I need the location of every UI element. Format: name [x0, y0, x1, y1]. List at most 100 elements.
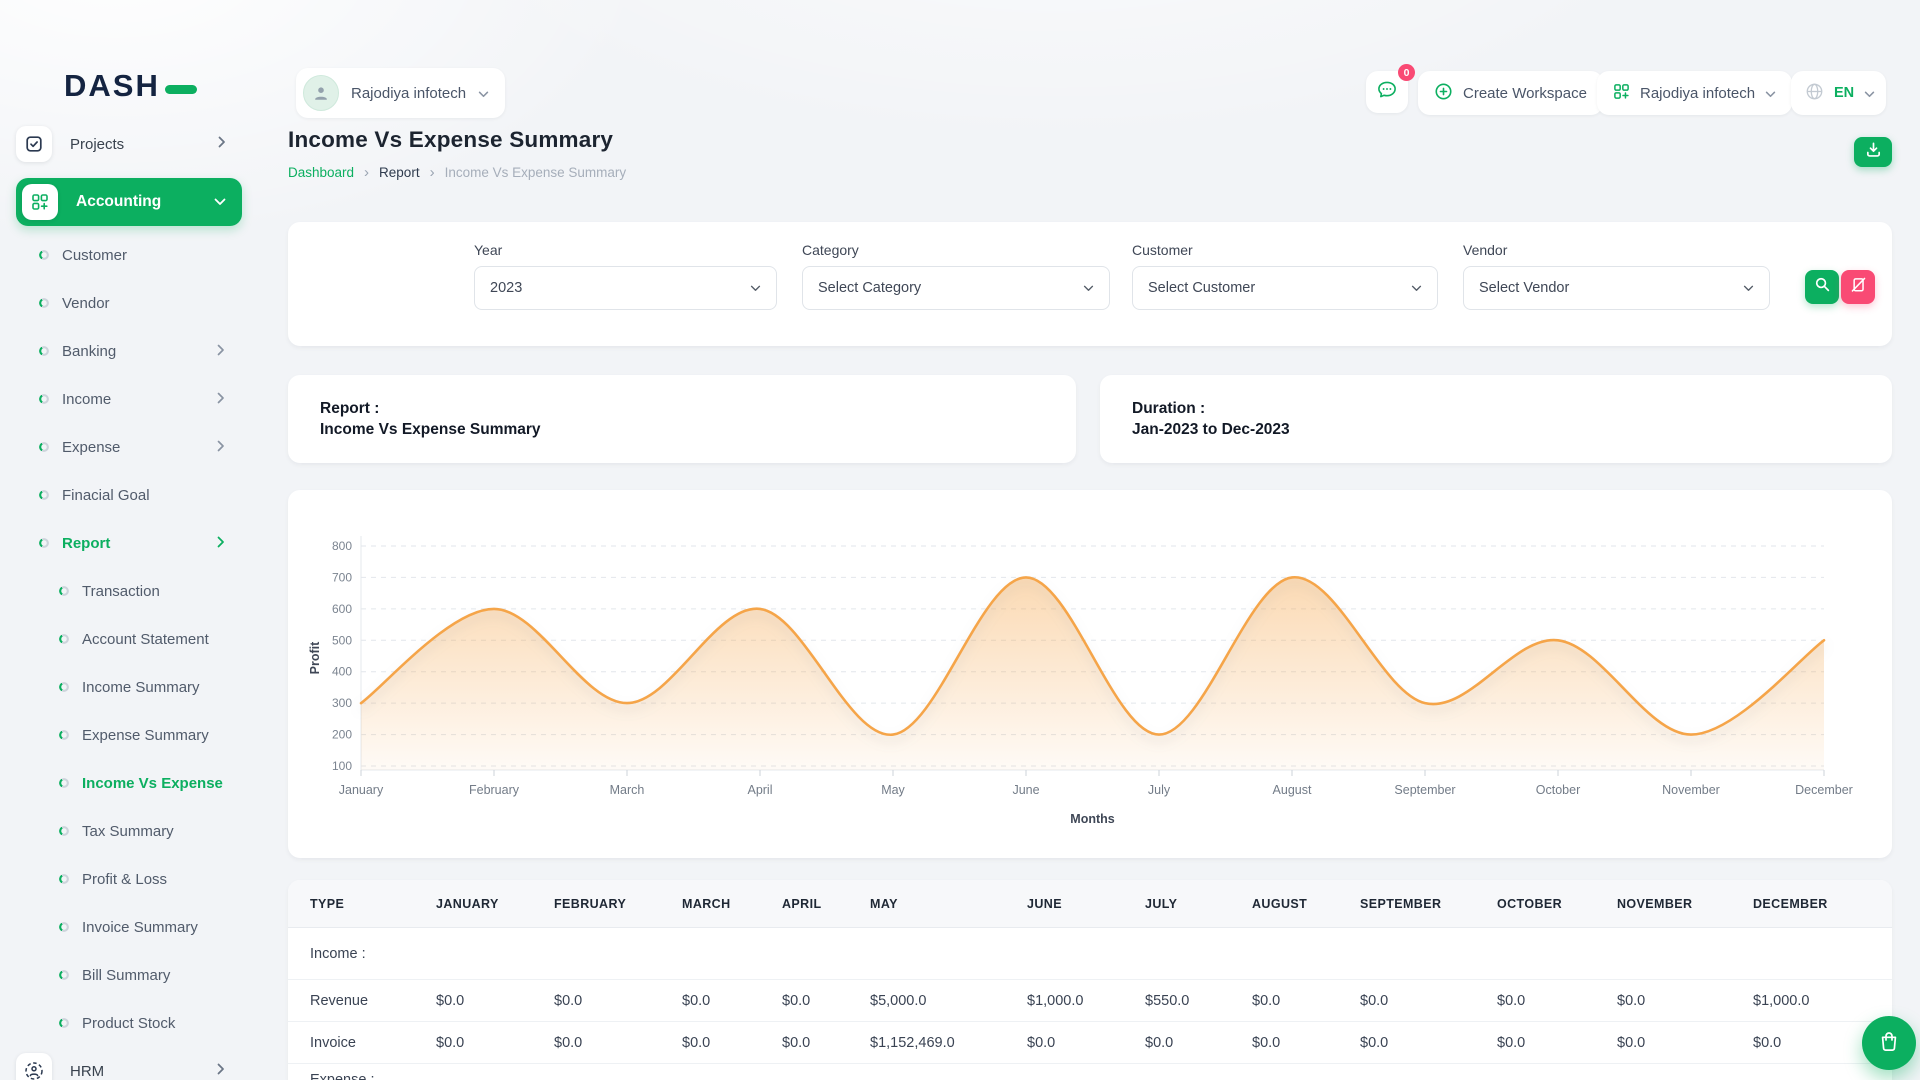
table-header-row: TYPE JANUARY FEBRUARY MARCH APRIL MAY JU…	[288, 880, 1892, 928]
sidebar-item-label: Report	[62, 535, 110, 552]
shop-fab-button[interactable]	[1862, 1016, 1916, 1070]
sidebar-item-bill-summary[interactable]: Bill Summary	[0, 951, 258, 999]
table-cell: $0.0	[1027, 1035, 1145, 1051]
bullet-icon	[59, 778, 69, 788]
sidebar-item-transaction[interactable]: Transaction	[0, 567, 258, 615]
chevron-right-icon	[217, 1062, 225, 1080]
sidebar-item-invoice-summary[interactable]: Invoice Summary	[0, 903, 258, 951]
apply-filter-button[interactable]	[1805, 270, 1839, 304]
create-workspace-button[interactable]: Create Workspace	[1418, 71, 1603, 115]
category-select[interactable]: Select Category	[802, 266, 1110, 310]
language-selector[interactable]: EN	[1791, 71, 1886, 115]
svg-text:300: 300	[332, 696, 352, 710]
sidebar-item-label: Customer	[62, 247, 127, 264]
chevron-down-icon	[1765, 85, 1776, 102]
sidebar-item-report[interactable]: Report	[0, 519, 258, 567]
sidebar-item-projects[interactable]: Projects	[16, 124, 242, 164]
report-label: Report :	[320, 398, 1044, 419]
breadcrumb-separator: ›	[364, 165, 369, 180]
sidebar-item-tax-summary[interactable]: Tax Summary	[0, 807, 258, 855]
year-select[interactable]: 2023	[474, 266, 777, 310]
section-label: Income :	[310, 946, 1892, 962]
sidebar-item-income[interactable]: Income	[0, 375, 258, 423]
workspace-selector[interactable]: Rajodiya infotech	[296, 68, 505, 118]
table-cell: $0.0	[1252, 1035, 1360, 1051]
sidebar-item-expense-summary[interactable]: Expense Summary	[0, 711, 258, 759]
chevron-down-icon	[1411, 280, 1422, 296]
bullet-icon	[39, 298, 49, 308]
shopping-bag-icon	[1877, 1029, 1901, 1058]
table-cell: $1,000.0	[1753, 993, 1892, 1009]
chevron-down-icon	[750, 280, 761, 296]
reset-filter-button[interactable]	[1841, 270, 1875, 304]
breadcrumb-report[interactable]: Report	[379, 165, 420, 180]
vendor-select-value: Select Vendor	[1479, 280, 1569, 296]
sidebar-item-label: Bill Summary	[82, 967, 170, 984]
sidebar-item-income-summary[interactable]: Income Summary	[0, 663, 258, 711]
sidebar-item-vendor[interactable]: Vendor	[0, 279, 258, 327]
customer-select[interactable]: Select Customer	[1132, 266, 1438, 310]
workspace-name: Rajodiya infotech	[351, 85, 466, 102]
svg-text:January: January	[339, 783, 384, 797]
sidebar-item-profit-loss[interactable]: Profit & Loss	[0, 855, 258, 903]
svg-text:April: April	[747, 783, 772, 797]
vendor-select[interactable]: Select Vendor	[1463, 266, 1770, 310]
breadcrumb-dashboard[interactable]: Dashboard	[288, 165, 354, 180]
sidebar-item-product-stock[interactable]: Product Stock	[0, 999, 258, 1047]
sidebar-item-label: Product Stock	[82, 1015, 175, 1032]
bullet-icon	[59, 634, 69, 644]
svg-text:100: 100	[332, 759, 352, 773]
svg-text:August: August	[1273, 783, 1312, 797]
chevron-right-icon	[218, 135, 226, 153]
globe-icon	[1805, 82, 1824, 105]
summary-table-card: TYPE JANUARY FEBRUARY MARCH APRIL MAY JU…	[288, 880, 1892, 1080]
chevron-down-icon	[214, 193, 226, 211]
table-cell: $0.0	[682, 993, 782, 1009]
table-section-row: Income :	[288, 928, 1892, 980]
table-cell: $0.0	[1617, 1035, 1753, 1051]
duration-value: Jan-2023 to Dec-2023	[1132, 419, 1860, 440]
bullet-icon	[39, 490, 49, 500]
bullet-icon	[39, 442, 49, 452]
table-row: Invoice $0.0 $0.0 $0.0 $0.0 $1,152,469.0…	[288, 1022, 1892, 1064]
duration-label: Duration :	[1132, 398, 1860, 419]
column-header: JUNE	[1027, 897, 1145, 911]
chevron-right-icon	[217, 343, 225, 360]
avatar	[303, 75, 339, 111]
bullet-icon	[59, 1018, 69, 1028]
bullet-icon	[59, 970, 69, 980]
messages-badge: 0	[1398, 64, 1415, 81]
table-cell: $0.0	[1360, 993, 1497, 1009]
customer-label: Customer	[1132, 242, 1193, 258]
sidebar-item-account-statement[interactable]: Account Statement	[0, 615, 258, 663]
logo[interactable]: DASH	[64, 68, 197, 104]
chat-icon	[1376, 79, 1398, 105]
svg-text:Months: Months	[1070, 812, 1114, 826]
table-section-row: Expense :	[288, 1064, 1892, 1080]
chevron-right-icon	[217, 391, 225, 408]
sidebar-item-expense[interactable]: Expense	[0, 423, 258, 471]
table-cell: $0.0	[1497, 993, 1617, 1009]
sidebar-item-label: Income Summary	[82, 679, 200, 696]
sidebar-item-banking[interactable]: Banking	[0, 327, 258, 375]
sidebar-item-customer[interactable]: Customer	[0, 231, 258, 279]
column-header: DECEMBER	[1753, 897, 1892, 911]
page-title: Income Vs Expense Summary	[288, 127, 613, 153]
column-header: TYPE	[310, 897, 436, 911]
svg-text:July: July	[1148, 783, 1171, 797]
sidebar-item-label: Income Vs Expense	[82, 775, 223, 792]
download-button[interactable]	[1854, 137, 1892, 167]
messages-button[interactable]: 0	[1366, 71, 1408, 113]
sidebar-item-accounting[interactable]: Accounting	[16, 178, 242, 226]
bullet-icon	[59, 874, 69, 884]
report-value: Income Vs Expense Summary	[320, 419, 1044, 440]
table-cell: $0.0	[436, 993, 554, 1009]
sidebar-item-label: Vendor	[62, 295, 110, 312]
sidebar-item-label: Expense	[62, 439, 120, 456]
table-cell: $0.0	[782, 993, 870, 1009]
sidebar-item-hrm[interactable]: HRM	[0, 1047, 258, 1080]
company-selector[interactable]: Rajodiya infotech	[1597, 71, 1792, 115]
sidebar-item-income-vs-expense[interactable]: Income Vs Expense	[0, 759, 258, 807]
breadcrumb-separator: ›	[430, 165, 435, 180]
sidebar-item-finacial-goal[interactable]: Finacial Goal	[0, 471, 258, 519]
